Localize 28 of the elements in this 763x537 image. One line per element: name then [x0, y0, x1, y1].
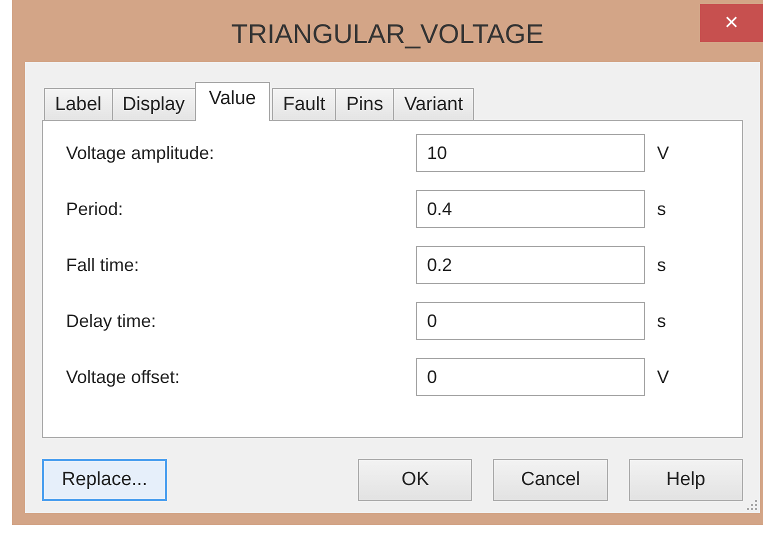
tab[interactable]: Pins: [335, 88, 394, 120]
input-field[interactable]: 0: [416, 302, 645, 340]
dialog-button[interactable]: OK: [358, 459, 472, 501]
field-label: Voltage amplitude:: [66, 142, 216, 164]
resize-grip-icon[interactable]: [746, 499, 758, 511]
tab[interactable]: Label: [44, 88, 112, 120]
window-title: TRIANGULAR_VOLTAGE: [231, 18, 544, 50]
unit-label: s: [657, 254, 666, 276]
unit-label: s: [657, 310, 666, 332]
dialog-button[interactable]: Cancel: [493, 459, 608, 501]
field-label: Period:: [66, 198, 124, 220]
field-label: Delay time:: [66, 310, 158, 332]
field-label: Voltage offset:: [66, 366, 181, 388]
field-label: Fall time:: [66, 254, 140, 276]
input-field[interactable]: 0.4: [416, 190, 645, 228]
tab[interactable]: Value: [194, 82, 270, 121]
input-field[interactable]: 10: [416, 134, 645, 172]
unit-label: V: [657, 142, 670, 164]
close-button[interactable]: ×: [700, 4, 763, 42]
dialog-button[interactable]: Help: [628, 459, 743, 501]
input-field[interactable]: 0.2: [416, 246, 645, 284]
tab[interactable]: Display: [112, 88, 196, 120]
dialog-button[interactable]: Replace...: [42, 459, 168, 501]
input-field[interactable]: 0: [416, 358, 645, 396]
unit-label: V: [657, 366, 670, 388]
tab[interactable]: Variant: [393, 88, 474, 120]
unit-label: s: [657, 198, 666, 220]
tab[interactable]: Fault: [272, 88, 336, 120]
